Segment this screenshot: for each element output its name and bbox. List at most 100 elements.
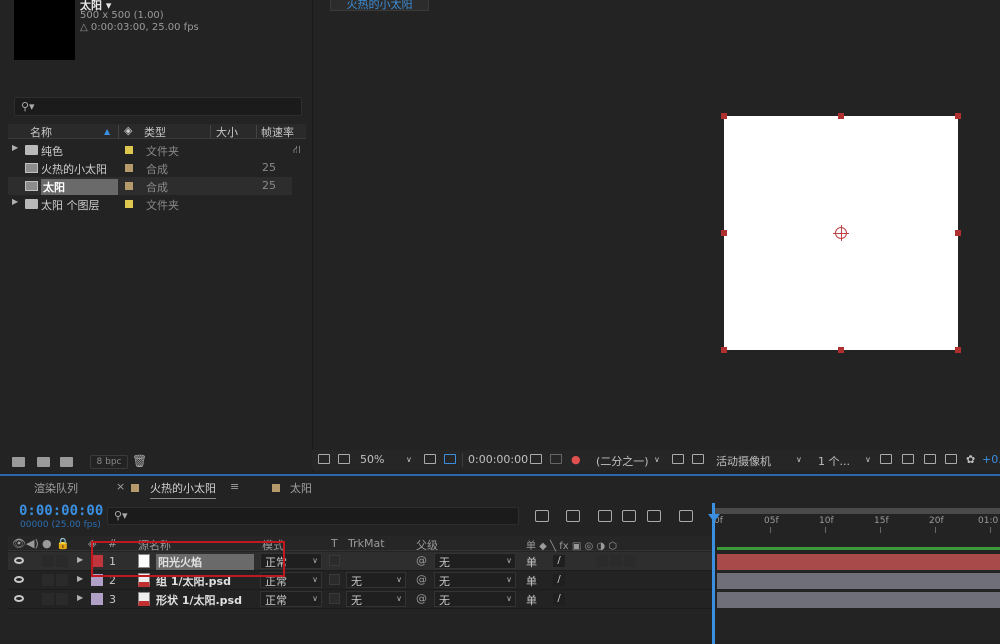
exposure-value[interactable]: +0.0: [982, 453, 1000, 466]
expand-arrow-icon[interactable]: ▶: [12, 143, 18, 152]
shy-switch[interactable]: 单: [526, 573, 537, 589]
layer-duration-bar[interactable]: [717, 554, 1000, 570]
region-of-interest-icon[interactable]: [672, 454, 684, 464]
draft-3d-icon[interactable]: [566, 510, 580, 522]
timeline-search-input[interactable]: ⚲▾: [107, 507, 519, 525]
trash-icon[interactable]: 🗑: [132, 454, 147, 468]
sort-ascending-icon[interactable]: ▲: [104, 127, 110, 136]
expand-arrow-icon[interactable]: ▶: [77, 555, 83, 564]
quality-switch[interactable]: /: [553, 593, 565, 605]
lock-toggle[interactable]: [56, 593, 68, 605]
project-search-input[interactable]: ⚲▾: [14, 97, 302, 116]
layer-name[interactable]: 形状 1/太阳.psd: [156, 592, 242, 608]
col-type[interactable]: 类型: [144, 124, 166, 140]
preserve-transparency-toggle[interactable]: [329, 555, 340, 566]
reset-exposure-icon[interactable]: ✿: [966, 453, 975, 466]
eye-icon[interactable]: [14, 595, 24, 602]
playhead-handle[interactable]: [708, 514, 720, 522]
expand-arrow-icon[interactable]: ▶: [12, 197, 18, 206]
show-snapshot-icon[interactable]: [550, 454, 562, 464]
transform-handle[interactable]: [838, 347, 844, 353]
quality-switch[interactable]: /: [553, 574, 565, 586]
transform-handle[interactable]: [955, 113, 961, 119]
col-switches[interactable]: 单 ◆ ╲ fx ▣ ◎ ◑ ⬡: [526, 537, 617, 552]
new-composition-icon[interactable]: [60, 457, 73, 467]
views-select[interactable]: 1 个...: [818, 453, 850, 469]
video-switch-icon[interactable]: 👁: [12, 537, 26, 550]
timeline-icon[interactable]: [924, 454, 936, 464]
resolution-select[interactable]: (二分之一): [596, 453, 649, 469]
zoom-select[interactable]: 50%: [360, 453, 384, 466]
parent-select[interactable]: 无 ∨: [434, 553, 516, 569]
project-item-hot-sun[interactable]: 火热的小太阳 合成 25: [8, 159, 292, 177]
col-framerate[interactable]: 帧速率: [261, 124, 294, 140]
project-item-sun[interactable]: 太阳 合成 25: [8, 177, 292, 195]
playhead[interactable]: [712, 503, 715, 644]
fast-previews-icon[interactable]: [902, 454, 914, 464]
color-channels-icon[interactable]: ●: [571, 453, 581, 466]
frame-blend-switch[interactable]: [610, 555, 622, 567]
col-t[interactable]: T: [331, 537, 338, 550]
always-preview-icon[interactable]: [318, 454, 330, 464]
quality-switch[interactable]: /: [553, 555, 565, 567]
label-tag-icon[interactable]: ◈: [124, 124, 132, 137]
transform-handle[interactable]: [721, 347, 727, 353]
frame-blending-icon[interactable]: [622, 510, 636, 522]
pick-whip-icon[interactable]: @: [416, 592, 427, 605]
motion-blur-icon[interactable]: [647, 510, 661, 522]
effect-switch[interactable]: [596, 555, 608, 567]
project-item-solids[interactable]: ▶ 纯色 文件夹: [8, 141, 292, 159]
grid-guide-icon[interactable]: [424, 454, 436, 464]
transform-handle[interactable]: [721, 113, 727, 119]
solo-toggle[interactable]: [42, 593, 54, 605]
expand-arrow-icon[interactable]: ▶: [77, 574, 83, 583]
motion-blur-switch[interactable]: [624, 555, 636, 567]
label-color[interactable]: [125, 200, 133, 208]
current-time-display[interactable]: 0:00:00:00: [19, 503, 103, 519]
new-folder-icon[interactable]: [37, 457, 50, 467]
track-matte-select[interactable]: 无 ∨: [346, 572, 406, 588]
mask-visibility-icon[interactable]: [444, 454, 456, 464]
transform-handle[interactable]: [955, 230, 961, 236]
track-matte-select[interactable]: 无 ∨: [346, 591, 406, 607]
monitor-icon[interactable]: [338, 454, 350, 464]
blend-mode-select[interactable]: 正常 ∨: [260, 591, 322, 607]
transparency-grid-icon[interactable]: [692, 454, 704, 464]
anchor-point-icon[interactable]: [833, 225, 849, 241]
graph-editor-icon[interactable]: [679, 510, 693, 522]
eye-icon[interactable]: [14, 576, 24, 583]
comp-mini-flowchart-icon[interactable]: [535, 510, 549, 522]
tab-sun[interactable]: 太阳: [290, 480, 312, 496]
lock-switch-icon[interactable]: 🔒: [56, 537, 70, 550]
bit-depth-button[interactable]: 8 bpc: [90, 455, 128, 469]
col-size[interactable]: 大小: [216, 124, 238, 140]
tab-render-queue[interactable]: 渲染队列: [34, 480, 78, 496]
solo-switch-icon[interactable]: ●: [42, 537, 52, 550]
camera-select[interactable]: 活动摄像机: [716, 453, 771, 469]
viewer-tab[interactable]: 火热的小太阳: [330, 0, 429, 11]
tab-hot-sun[interactable]: 火热的小太阳: [150, 480, 216, 499]
pick-whip-icon[interactable]: @: [416, 573, 427, 586]
pick-whip-icon[interactable]: @: [416, 554, 427, 567]
close-tab-icon[interactable]: ×: [116, 480, 125, 493]
lock-toggle[interactable]: [56, 555, 68, 567]
parent-select[interactable]: 无 ∨: [434, 572, 516, 588]
layer-row[interactable]: ▶ 3 形状 1/太阳.psd 正常 ∨ 无 ∨ @ 无 ∨ 单 /: [8, 590, 712, 609]
lock-toggle[interactable]: [56, 574, 68, 586]
transform-handle[interactable]: [838, 113, 844, 119]
layer-duration-bar[interactable]: [717, 573, 1000, 589]
col-trkmat[interactable]: TrkMat: [348, 537, 385, 550]
project-item-sun-layers[interactable]: ▶ 太阳 个图层 文件夹: [8, 195, 292, 213]
work-area-bar[interactable]: [712, 508, 1000, 514]
shy-layers-icon[interactable]: [598, 510, 612, 522]
label-color[interactable]: [125, 146, 133, 154]
layer-label-color[interactable]: [91, 593, 103, 605]
eye-icon[interactable]: [14, 557, 24, 564]
shy-switch[interactable]: 单: [526, 592, 537, 608]
solo-toggle[interactable]: [42, 574, 54, 586]
label-color[interactable]: [125, 164, 133, 172]
layer-duration-bar[interactable]: [717, 592, 1000, 608]
expand-arrow-icon[interactable]: ▶: [77, 593, 83, 602]
panel-menu-icon[interactable]: ≡: [230, 480, 239, 493]
solo-toggle[interactable]: [42, 555, 54, 567]
